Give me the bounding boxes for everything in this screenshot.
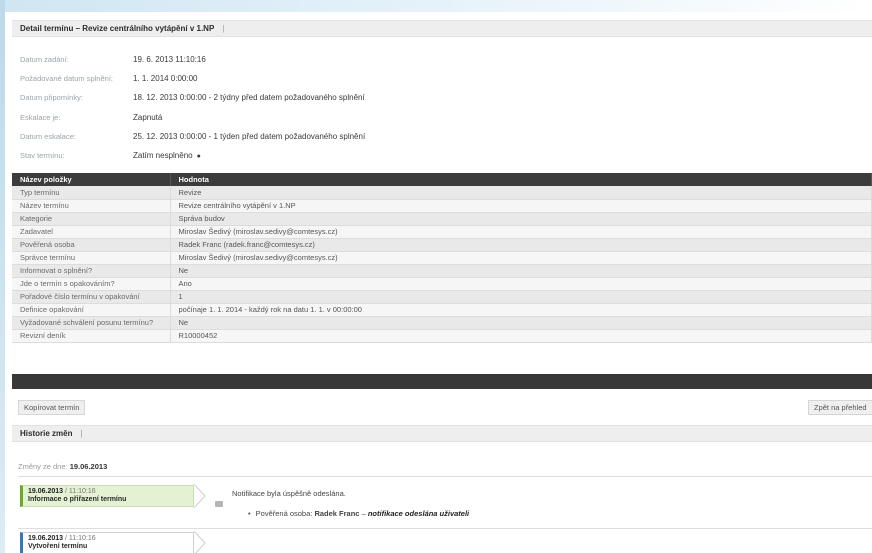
history-date: Změny ze dne: 19.06.2013 (18, 462, 107, 471)
info-label: Eskalace je: (20, 112, 61, 122)
status-text: Zatím nesplněno (133, 150, 193, 160)
table-cell-value: Ne (170, 316, 872, 330)
table-cell-name: Definice opakování (12, 303, 171, 317)
copy-term-button[interactable]: Kopírovat termín (18, 400, 86, 415)
table-row: Informovat o splnění? Ne (12, 264, 872, 278)
table-cell-value: Miroslav Šedivý (miroslav.sedivy@comtesy… (170, 225, 872, 239)
message-icon (215, 501, 223, 507)
table-cell-name: Pověřená osoba (12, 238, 171, 252)
table-cell-value: počínaje 1. 1. 2014 - každý rok na datu … (170, 303, 872, 317)
notification-detail: • Pověřená osoba: Radek Franc – notifikac… (248, 509, 469, 518)
bullet-label: Pověřená osoba: (255, 509, 313, 518)
entry-datetime: 19.06.2013 / 11:10:16 (28, 535, 96, 542)
table-cell-value: Miroslav Šedivý (miroslav.sedivy@comtesy… (170, 251, 872, 265)
info-label: Požadované datum splnění: (20, 74, 113, 84)
table-row: Pořadové číslo termínu v opakování 1 (12, 290, 872, 304)
detail-header: Detail termínu – Revize centrálního vytá… (12, 20, 872, 37)
chevron-right-icon (194, 531, 206, 553)
notification-text: Notifikace byla úspěšně odeslána. (232, 489, 346, 498)
divider (18, 528, 872, 529)
table-cell-value: Revize (170, 186, 872, 200)
table-cell-name: Revizní deník (12, 329, 171, 343)
info-value: 1. 1. 2014 0:00:00 (133, 74, 198, 84)
info-label: Stav termínu: (20, 150, 65, 160)
table-row: Správce termínu Miroslav Šedivý (miroslav… (12, 251, 872, 265)
table-cell-name: Typ termínu (12, 186, 171, 200)
entry-date: 19.06.2013 (28, 488, 64, 495)
bullet-icon: • (248, 509, 251, 518)
top-gradient-bar (0, 0, 872, 12)
info-value: 25. 12. 2013 0:00:00 - 1 týden před date… (133, 131, 366, 141)
detail-header-sep[interactable]: | (222, 24, 224, 33)
entry-date: 19.06.2013 (28, 535, 64, 542)
table-header-row: Název položky Hodnota (12, 173, 872, 186)
back-to-overview-button[interactable]: Zpět na přehled (808, 400, 872, 415)
detail-info: Datum zadání: 19. 6. 2013 11:10:16 Požad… (20, 50, 620, 165)
info-row-escalation: Eskalace je: Zapnutá (20, 108, 620, 127)
left-edge-decoration (0, 0, 5, 553)
table-cell-name: Správce termínu (12, 251, 171, 265)
table-cell-name: Kategorie (12, 212, 171, 226)
table-cell-value: Radek Franc (radek.franc@comtesys.cz) (170, 238, 872, 252)
table-row: Revizní deník R10000452 (12, 329, 872, 343)
history-entry-created[interactable]: 19.06.2013 / 11:10:16 Vytvoření termínu (20, 532, 194, 553)
entry-title: Informace o přiřazení termínu (28, 496, 127, 503)
info-value-status: Zatím nesplněno ● (133, 146, 201, 166)
bullet-status: notifikace odeslána uživateli (367, 509, 470, 518)
table-row: Název termínu Revize centrálního vytápění… (12, 199, 872, 213)
info-label: Datum eskalace: (20, 131, 76, 141)
history-header: Historie změn | (12, 425, 872, 442)
history-date-label: Změny ze dne: (18, 462, 68, 471)
table-row: Pověřená osoba Radek Franc (radek.franc@c… (12, 238, 872, 252)
detail-title: Detail termínu – Revize centrálního vytá… (20, 24, 215, 33)
info-row-assigned-date: Datum zadání: 19. 6. 2013 11:10:16 (20, 50, 620, 69)
table-cell-value: Ne (170, 264, 872, 278)
table-row: Definice opakování počínaje 1. 1. 2014 - … (12, 303, 872, 317)
history-title: Historie změn (20, 429, 73, 438)
table-cell-name: Zadavatel (12, 225, 171, 239)
table-cell-name: Informovat o splnění? (12, 264, 171, 278)
table-row: Kategorie Správa budov (12, 212, 872, 226)
history-date-value: 19.06.2013 (69, 462, 108, 471)
entry-datetime: 19.06.2013 / 11:10:16 (28, 488, 96, 495)
table-cell-value: Revize centrálního vytápění v 1.NP (170, 199, 872, 213)
entry-time: 11:10:16 (68, 488, 96, 495)
info-label: Datum zadání: (20, 55, 69, 64)
table-cell-value: Ano (170, 277, 872, 291)
table-header-value: Hodnota (170, 173, 872, 186)
info-value: Zapnutá (133, 112, 163, 122)
table-row: Zadavatel Miroslav Šedivý (miroslav.sediv… (12, 225, 872, 239)
info-row-required-date: Požadované datum splnění: 1. 1. 2014 0:0… (20, 69, 620, 88)
table-cell-name: Název termínu (12, 199, 171, 213)
info-label: Datum připomínky: (20, 93, 83, 103)
bullet-dash: – (361, 509, 366, 518)
table-row: Vyžadované schválení posunu termínu? Ne (12, 316, 872, 330)
bullet-person: Radek Franc (314, 509, 360, 518)
content-frame: Detail termínu – Revize centrálního vytá… (12, 14, 872, 553)
chevron-right-icon (194, 484, 206, 508)
info-row-status: Stav termínu: Zatím nesplněno ● (20, 146, 620, 165)
info-value: 18. 12. 2013 0:00:00 - 2 týdny před date… (133, 93, 365, 103)
divider (18, 476, 872, 477)
entry-title: Vytvoření termínu (28, 543, 88, 550)
table-header-name: Název položky (12, 173, 171, 186)
table-cell-name: Vyžadované schválení posunu termínu? (12, 316, 171, 330)
table-cell-value: Správa budov (170, 212, 872, 226)
table-row: Jde o termín s opakováním? Ano (12, 277, 872, 291)
history-header-sep[interactable]: | (80, 429, 82, 438)
table-cell-value: R10000452 (170, 329, 872, 343)
detail-table: Název položky Hodnota Typ termínu Revize … (12, 173, 872, 343)
info-value: 19. 6. 2013 11:10:16 (133, 55, 206, 64)
table-cell-value: 1 (170, 290, 872, 304)
entry-time: 11:10:16 (68, 535, 96, 542)
table-footer-bar (12, 374, 872, 389)
table-cell-name: Jde o termín s opakováním? (12, 277, 171, 291)
info-row-reminder-date: Datum připomínky: 18. 12. 2013 0:00:00 -… (20, 88, 620, 107)
history-entry-assignment[interactable]: 19.06.2013 / 11:10:16 Informace o přiřaz… (20, 485, 194, 507)
table-row: Typ termínu Revize (12, 186, 872, 200)
info-row-escalation-date: Datum eskalace: 25. 12. 2013 0:00:00 - 1… (20, 127, 620, 146)
dot-icon: ● (196, 152, 201, 160)
table-cell-name: Pořadové číslo termínu v opakování (12, 290, 171, 304)
